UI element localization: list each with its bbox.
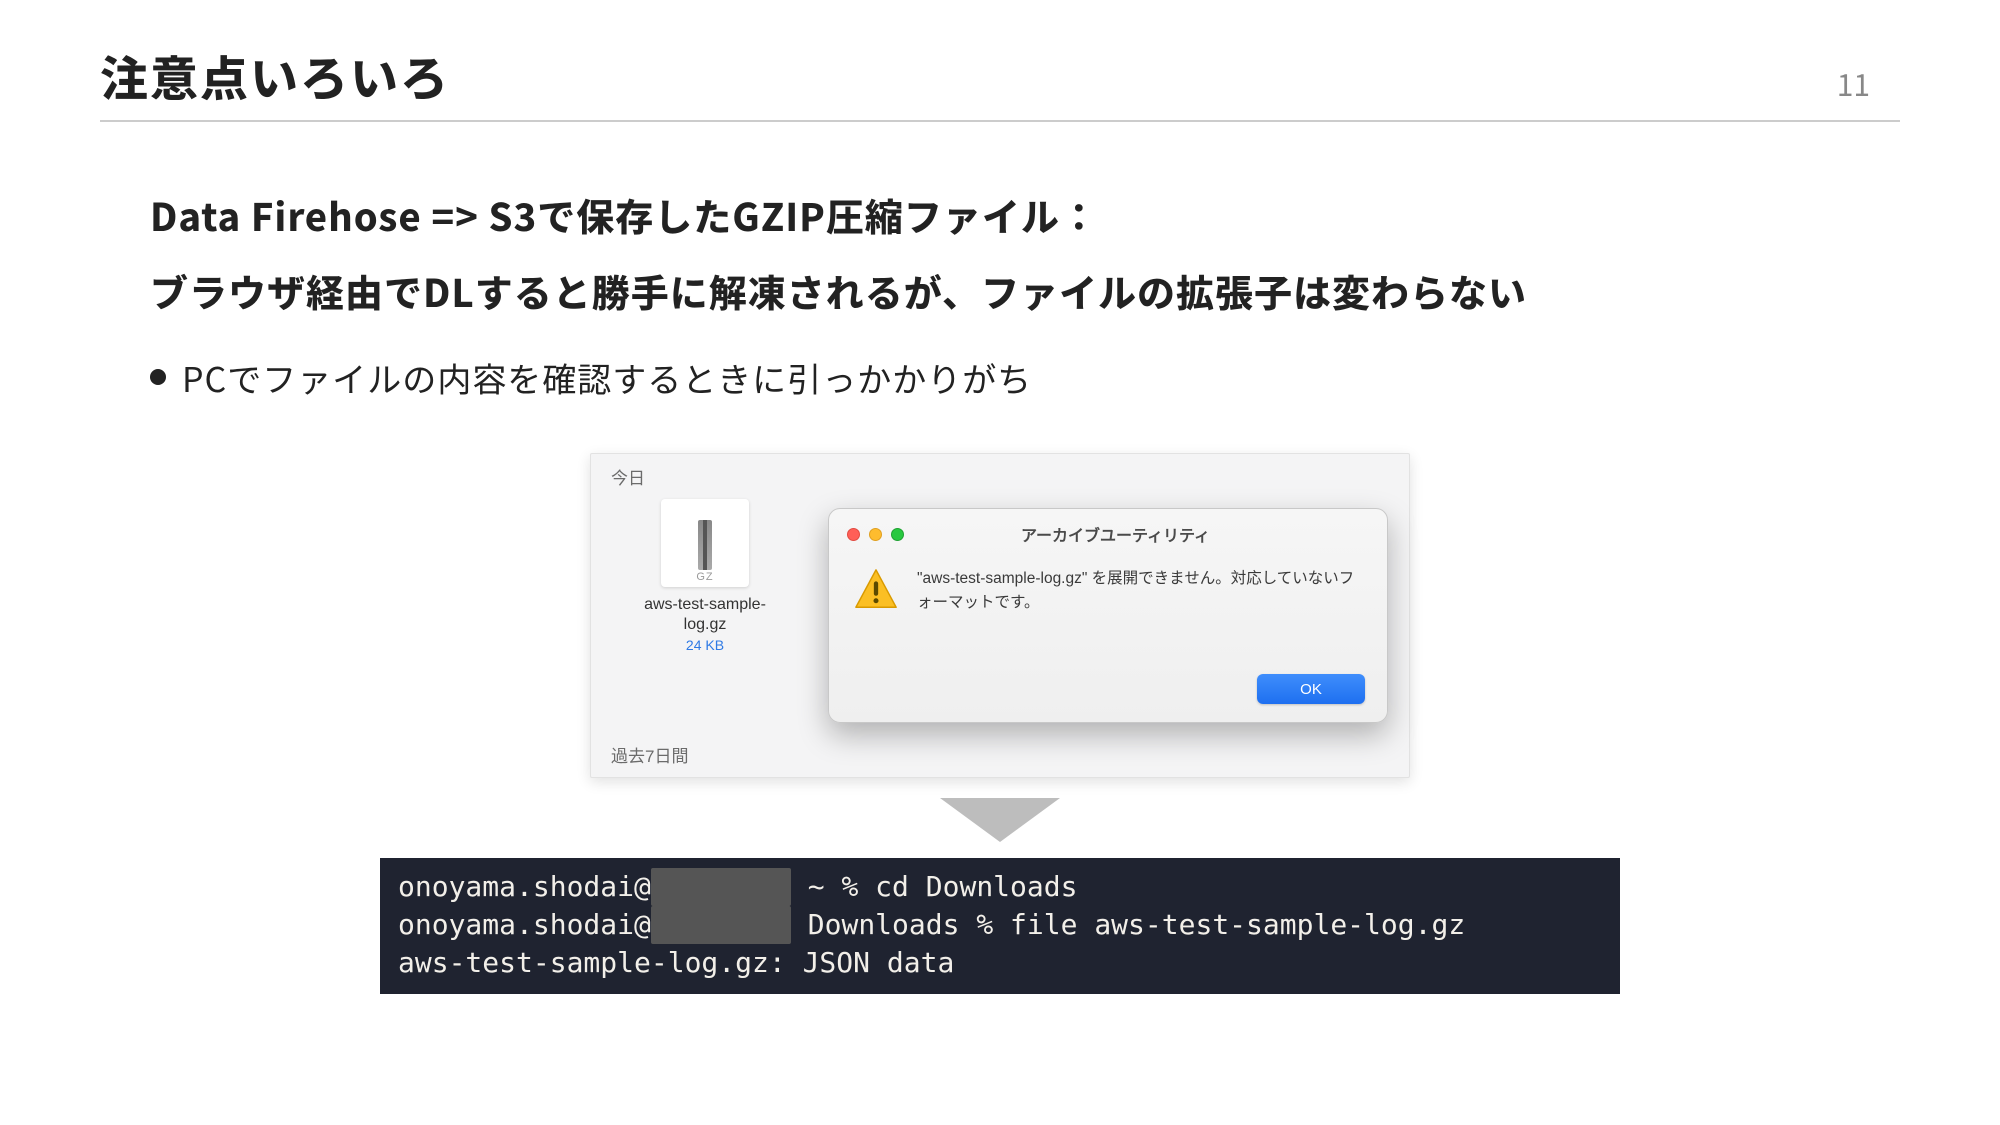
close-icon[interactable] [847, 528, 860, 541]
file-name: aws-test-sample- log.gz [644, 595, 766, 635]
finder-section-today: 今日 [591, 454, 1409, 499]
file-size: 24 KB [686, 637, 724, 653]
page-number: 11 [1837, 61, 1900, 105]
lead-line-2: ブラウザ経由でDLすると勝手に解凍されるが、ファイルの拡張子は変わらない [150, 253, 1850, 329]
slide-header: 注意点いろいろ 11 [100, 40, 1900, 122]
term-line-2: onoyama.shodai@ Downloads % file aws-tes… [398, 908, 1465, 941]
redacted-host [651, 906, 791, 944]
bullet-list: PCでファイルの内容を確認するときに引っかかりがち [150, 351, 1850, 405]
finder-section-past: 過去7日間 [611, 742, 688, 767]
slide-title: 注意点いろいろ [100, 40, 450, 110]
ok-button[interactable]: OK [1257, 674, 1365, 704]
redacted-host [651, 868, 791, 906]
terminal-output: onoyama.shodai@ ~ % cd Downloads onoyama… [380, 858, 1620, 993]
alert-titlebar: アーカイブユーティリティ [847, 523, 1369, 545]
alert-title: アーカイブユーティリティ [862, 522, 1369, 546]
warning-icon [853, 567, 899, 613]
alert-message: "aws-test-sample-log.gz" を展開できません。対応していな… [917, 567, 1363, 615]
term-line-3: aws-test-sample-log.gz: JSON data [398, 946, 954, 979]
bullet-text: PCでファイルの内容を確認するときに引っかかりがち [182, 351, 1032, 405]
bullet-item: PCでファイルの内容を確認するときに引っかかりがち [150, 351, 1850, 405]
lead-text: Data Firehose => S3で保存したGZIP圧縮ファイル： ブラウザ… [150, 177, 1850, 329]
slide: 注意点いろいろ 11 Data Firehose => S3で保存したGZIP圧… [0, 0, 2000, 1125]
file-item: GZ aws-test-sample- log.gz 24 KB [615, 499, 795, 653]
file-ext-badge: GZ [696, 571, 713, 583]
term-line-1: onoyama.shodai@ ~ % cd Downloads [398, 870, 1077, 903]
slide-body: Data Firehose => S3で保存したGZIP圧縮ファイル： ブラウザ… [100, 177, 1900, 994]
zipper-icon [698, 520, 712, 570]
gz-file-icon: GZ [661, 499, 749, 587]
finder-screenshot: 今日 GZ aws-test-sample- log.gz 24 KB 過去7日… [590, 453, 1410, 778]
lead-line-1: Data Firehose => S3で保存したGZIP圧縮ファイル： [150, 177, 1850, 253]
bullet-dot-icon [150, 369, 166, 385]
arrow-down-icon [940, 798, 1060, 846]
alert-body: "aws-test-sample-log.gz" を展開できません。対応していな… [847, 545, 1369, 615]
alert-dialog: アーカイブユーティリティ "aws-test-sample-log.gz" を展… [828, 508, 1388, 723]
